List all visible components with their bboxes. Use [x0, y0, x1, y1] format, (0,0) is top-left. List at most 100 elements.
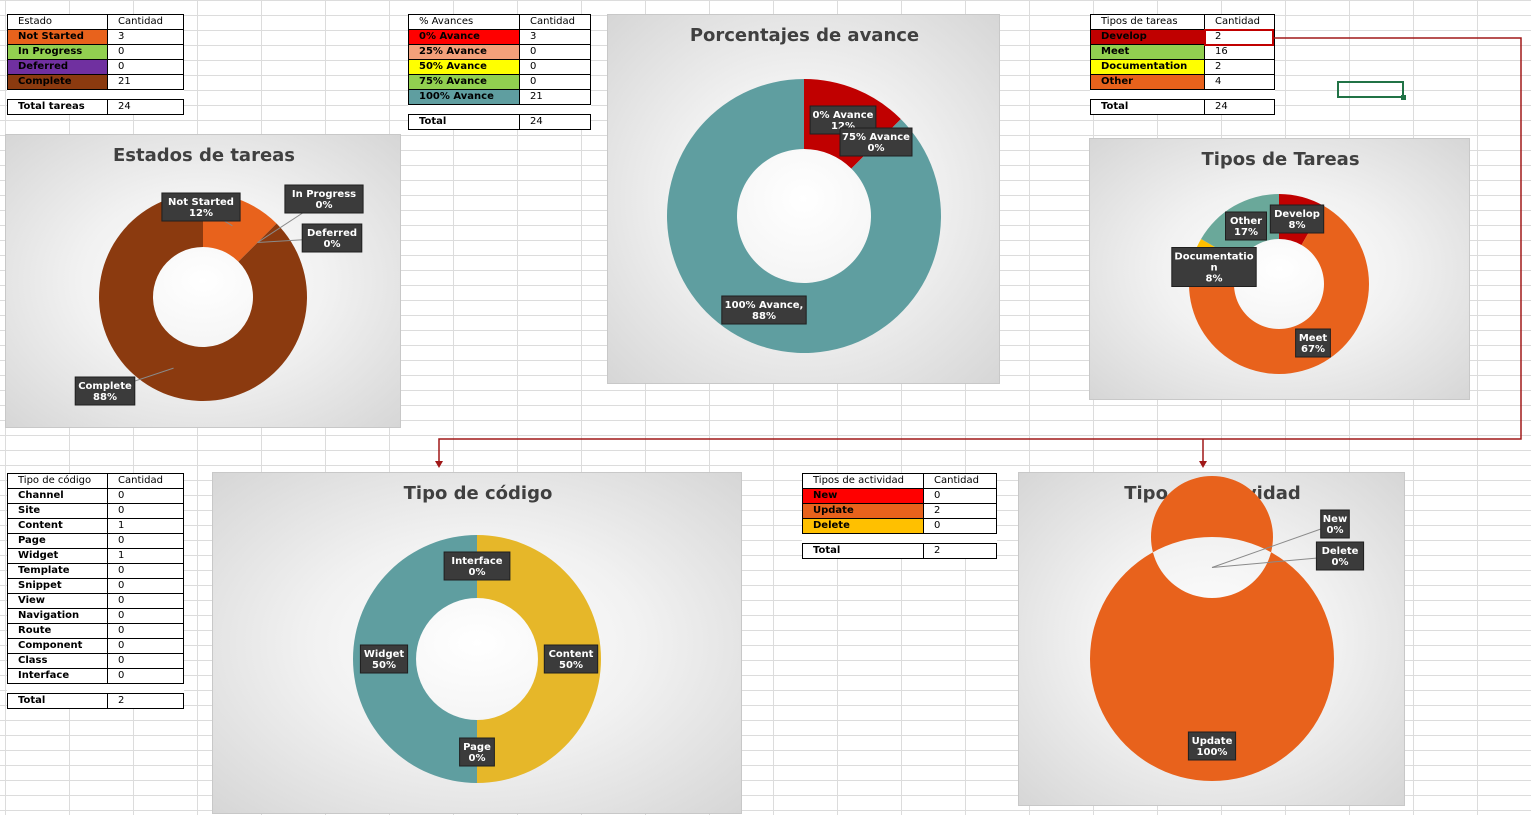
label-cell[interactable]: Estado: [7, 14, 108, 30]
donut-svg: Porcentajes de avance0% Avance12%75% Ava…: [667, 25, 941, 353]
value-cell[interactable]: 0: [107, 638, 184, 654]
value-cell[interactable]: 24: [107, 99, 184, 115]
value-cell[interactable]: 16: [1204, 44, 1275, 60]
chart-estados[interactable]: Estados de tareas Not Started 12% In Progre…: [5, 134, 401, 428]
table-row: Update 2: [802, 503, 997, 519]
value-cell[interactable]: 0: [107, 578, 184, 594]
value-cell[interactable]: Cantidad: [519, 14, 591, 30]
value-cell[interactable]: 3: [519, 29, 591, 45]
chart-tipo-codigo[interactable]: Tipo de código Content 50% Page 0% Widget 50% I…: [212, 472, 742, 814]
value-cell[interactable]: 0: [107, 608, 184, 624]
data-label: 100%: [1197, 747, 1228, 758]
label-cell[interactable]: Site: [7, 503, 108, 519]
label-cell[interactable]: Widget: [7, 548, 108, 564]
value-cell[interactable]: 0: [107, 623, 184, 639]
value-cell[interactable]: 24: [1204, 99, 1275, 115]
table-row: Delete 0: [802, 518, 997, 534]
label-cell[interactable]: 25% Avance: [408, 44, 520, 60]
value-cell[interactable]: Cantidad: [1204, 14, 1275, 30]
value-cell[interactable]: 0: [519, 44, 591, 60]
value-cell[interactable]: 2: [923, 503, 997, 519]
label-cell[interactable]: Total: [802, 543, 924, 559]
value-cell[interactable]: 0: [107, 44, 184, 60]
label-cell[interactable]: Tipos de actividad: [802, 473, 924, 489]
label-cell[interactable]: Page: [7, 533, 108, 549]
label-cell[interactable]: Deferred: [7, 59, 108, 75]
label-cell[interactable]: Complete: [7, 74, 108, 90]
value-cell[interactable]: Cantidad: [923, 473, 997, 489]
value-cell[interactable]: 0: [107, 593, 184, 609]
value-cell[interactable]: 0: [107, 59, 184, 75]
label-cell[interactable]: Total: [1090, 99, 1205, 115]
data-label: 0%: [316, 200, 333, 211]
value-cell[interactable]: 1: [107, 518, 184, 534]
label-cell[interactable]: % Avances: [408, 14, 520, 30]
label-cell[interactable]: Navigation: [7, 608, 108, 624]
value-cell[interactable]: 0: [107, 503, 184, 519]
value-cell[interactable]: 0: [519, 74, 591, 90]
label-cell[interactable]: Total: [408, 114, 520, 130]
value-cell[interactable]: 4: [1204, 74, 1275, 90]
label-cell[interactable]: In Progress: [7, 44, 108, 60]
value-cell[interactable]: 0: [107, 653, 184, 669]
table-row: 0% Avance 3: [408, 29, 591, 45]
value-cell[interactable]: 0: [923, 488, 997, 504]
table-total-row: Total 2: [802, 543, 997, 559]
value-cell[interactable]: 2: [107, 693, 184, 709]
label-cell[interactable]: View: [7, 593, 108, 609]
value-cell[interactable]: 24: [519, 114, 591, 130]
label-cell[interactable]: Snippet: [7, 578, 108, 594]
value-cell[interactable]: Cantidad: [107, 14, 184, 30]
label-cell[interactable]: Interface: [7, 668, 108, 684]
label-cell[interactable]: Route: [7, 623, 108, 639]
label-cell[interactable]: 100% Avance: [408, 89, 520, 105]
label-cell[interactable]: 0% Avance: [408, 29, 520, 45]
table-gap-row: [803, 534, 997, 544]
chart-avances[interactable]: Porcentajes de avance 0% Avance 12% 75% Ava…: [607, 14, 1000, 384]
data-label: Documentatio: [1174, 252, 1253, 263]
value-cell[interactable]: 1: [107, 548, 184, 564]
value-cell[interactable]: 0: [107, 533, 184, 549]
chart-tipos-tareas[interactable]: Tipos de Tareas Develop 8% Meet 67% Documenta…: [1089, 138, 1470, 400]
gap-cell: [520, 105, 591, 115]
label-cell[interactable]: Documentation: [1090, 59, 1205, 75]
label-cell[interactable]: New: [802, 488, 924, 504]
value-cell[interactable]: 0: [519, 59, 591, 75]
label-cell[interactable]: Content: [7, 518, 108, 534]
table-row: Channel 0: [7, 488, 184, 504]
label-cell[interactable]: Develop: [1090, 29, 1205, 45]
value-cell[interactable]: Cantidad: [107, 473, 184, 489]
value-cell[interactable]: 0: [107, 668, 184, 684]
label-cell[interactable]: Tipo de código: [7, 473, 108, 489]
label-cell[interactable]: Meet: [1090, 44, 1205, 60]
value-cell[interactable]: 0: [923, 518, 997, 534]
value-cell[interactable]: 2: [923, 543, 997, 559]
label-cell[interactable]: Update: [802, 503, 924, 519]
label-cell[interactable]: Tipos de tareas: [1090, 14, 1205, 30]
label-cell[interactable]: 75% Avance: [408, 74, 520, 90]
data-label: 0%: [469, 753, 486, 764]
label-cell[interactable]: Template: [7, 563, 108, 579]
label-cell[interactable]: Component: [7, 638, 108, 654]
table-total-row: Total 2: [7, 693, 184, 709]
value-cell[interactable]: 0: [107, 563, 184, 579]
donut-svg: Tipo de ActividadNew0%Update100%Delete0%: [1089, 476, 1365, 781]
value-cell[interactable]: 3: [107, 29, 184, 45]
table-row: Documentation 2: [1090, 59, 1275, 75]
label-cell[interactable]: Total tareas: [7, 99, 108, 115]
label-cell[interactable]: Total: [7, 693, 108, 709]
table-row: Meet 16: [1090, 44, 1275, 60]
label-cell[interactable]: Not Started: [7, 29, 108, 45]
label-cell[interactable]: Delete: [802, 518, 924, 534]
label-cell[interactable]: 50% Avance: [408, 59, 520, 75]
label-cell[interactable]: Other: [1090, 74, 1205, 90]
table-row: Template 0: [7, 563, 184, 579]
chart-tipo-actividad[interactable]: Tipo de ActividadNew0%Update100%Delete0%: [1018, 472, 1405, 806]
value-cell[interactable]: 2: [1204, 59, 1275, 75]
value-cell[interactable]: 21: [519, 89, 591, 105]
label-cell[interactable]: Class: [7, 653, 108, 669]
value-cell[interactable]: 21: [107, 74, 184, 90]
value-cell[interactable]: 0: [107, 488, 184, 504]
label-cell[interactable]: Channel: [7, 488, 108, 504]
active-cell[interactable]: [1337, 81, 1406, 100]
